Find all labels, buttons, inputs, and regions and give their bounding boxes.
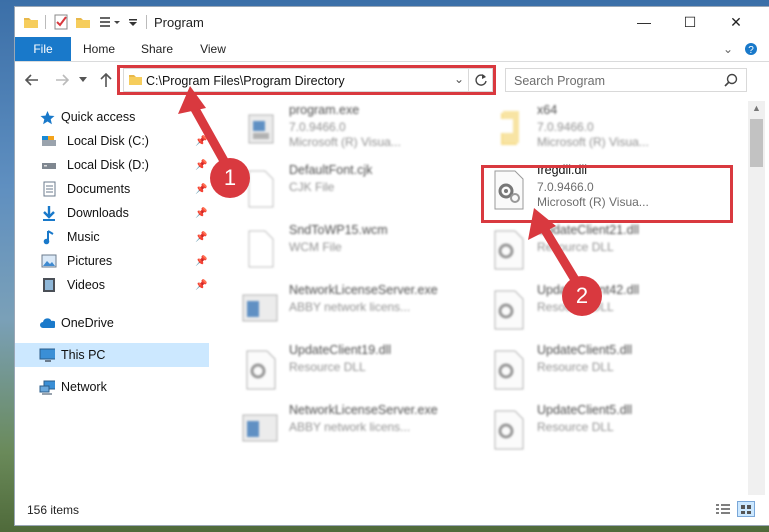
annotation-arrows	[178, 86, 585, 293]
step-badge-1: 1	[210, 158, 250, 198]
step-badge-2: 2	[562, 276, 602, 316]
arrowhead-1	[178, 86, 206, 114]
